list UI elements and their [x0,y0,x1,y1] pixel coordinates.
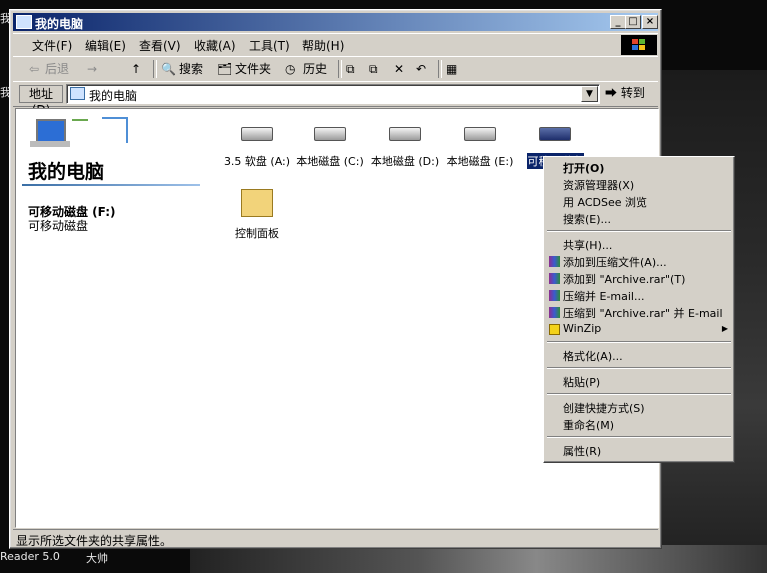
chevron-down-icon[interactable]: ▼ [581,86,598,102]
folders-button[interactable]: 文件夹 [235,60,271,78]
control-panel-icon [241,189,273,217]
desktop-icon-label[interactable]: 大帅 [86,550,108,566]
removable-disk-icon [539,127,571,141]
winrar-icon [549,273,560,284]
menu-edit[interactable]: 编辑(E) [85,37,126,54]
submenu-arrow-icon: ▶ [721,324,728,333]
drive-label: 3.5 软盘 (A:) [223,155,291,168]
control-panel[interactable]: 控制面板 [222,189,292,241]
hard-drive-icon [314,127,346,141]
menu-format[interactable]: 格式化(A)... [563,348,623,364]
go-label: 转到 [620,86,645,100]
toolbar-separator [153,60,157,78]
delete-icon[interactable]: ✕ [394,60,404,78]
hard-drive-icon [389,127,421,141]
menu-add-rar[interactable]: 添加到 "Archive.rar"(T) [563,271,685,287]
back-button[interactable]: 后退 [45,60,69,78]
folders-icon: 🗂 [217,62,233,76]
my-computer-icon [70,87,85,100]
status-bar: 显示所选文件夹的共享属性。 [13,529,658,548]
copy-to-icon[interactable]: ⧉ [369,60,378,78]
menu-search[interactable]: 搜索(E)... [563,211,611,227]
winrar-icon [549,307,560,318]
up-folder-button[interactable]: ↑ [131,60,141,78]
go-arrow-icon: ⮕ [605,86,618,100]
forward-button[interactable]: → [87,60,97,78]
menu-help[interactable]: 帮助(H) [302,37,344,54]
address-bar: 地址(D) 我的电脑 ▼ ⮕ 转到 [13,81,658,117]
drive-c[interactable]: 本地磁盘 (C:) [291,127,369,169]
drive-label: 本地磁盘 (C:) [296,155,364,168]
move-to-icon[interactable]: ⧉ [346,60,355,78]
maximize-button[interactable]: □ [625,15,641,29]
menu-bar: 文件(F) 编辑(E) 查看(V) 收藏(A) 工具(T) 帮助(H) [13,33,658,57]
menu-separator [547,393,731,395]
context-menu: 打开(O) 资源管理器(X) 用 ACDSee 浏览 搜索(E)... 共享(H… [543,156,735,463]
toolbar-separator [438,60,442,78]
winrar-icon [549,256,560,267]
close-button[interactable]: × [642,15,658,29]
menu-paste[interactable]: 粘贴(P) [563,374,600,390]
menu-explorer[interactable]: 资源管理器(X) [563,177,634,193]
menu-favorites[interactable]: 收藏(A) [194,37,236,54]
menu-properties[interactable]: 属性(R) [563,443,601,459]
menu-view[interactable]: 查看(V) [139,37,181,54]
history-button[interactable]: 历史 [303,60,327,78]
back-arrow-icon: ⇦ [29,62,40,76]
drive-label: 本地磁盘 (E:) [446,155,514,168]
menu-add-archive[interactable]: 添加到压缩文件(A)... [563,254,667,270]
status-text: 显示所选文件夹的共享属性。 [16,534,173,548]
winrar-icon [549,290,560,301]
floppy-drive-icon [241,127,273,141]
drive-e[interactable]: 本地磁盘 (E:) [441,127,519,169]
menu-separator [547,367,731,369]
winzip-icon [549,324,560,335]
my-computer-icon [16,15,32,29]
menu-open[interactable]: 打开(O) [563,160,604,176]
search-button[interactable]: 搜索 [179,60,203,78]
control-panel-label: 控制面板 [235,227,279,240]
menu-acdsee[interactable]: 用 ACDSee 浏览 [563,194,647,210]
toolbar: ⇦ 后退 → ↑ 🔍 搜索 🗂 文件夹 ◷ 历史 ⧉ ⧉ ✕ ↶ ▦ [13,56,658,82]
menu-rename[interactable]: 重命名(M) [563,417,614,433]
desktop-icon-label[interactable]: Reader 5.0 [0,550,60,563]
views-button[interactable]: ▦ [446,60,457,78]
drive-label: 本地磁盘 (D:) [370,155,440,168]
address-label: 地址(D) [19,85,63,117]
hard-drive-icon [464,127,496,141]
menu-tools[interactable]: 工具(T) [249,37,290,54]
menu-create-shortcut[interactable]: 创建快捷方式(S) [563,400,645,416]
desktop-wallpaper-strip [190,545,767,573]
drive-d[interactable]: 本地磁盘 (D:) [366,127,444,169]
sidebar-divider [22,184,200,186]
go-button[interactable]: ⮕ 转到 [605,84,653,102]
menu-separator [547,436,731,438]
undo-icon[interactable]: ↶ [416,60,426,78]
minimize-button[interactable]: _ [610,15,626,29]
history-icon: ◷ [285,62,296,76]
search-icon: 🔍 [161,62,176,76]
my-computer-banner-icon [22,113,132,153]
sidebar-title: 我的电脑 [28,161,105,183]
selected-item-type: 可移动磁盘 [28,219,89,233]
address-field[interactable]: 我的电脑 ▼ [66,84,600,104]
menu-separator [547,341,731,343]
address-value: 我的电脑 [89,89,138,103]
menu-share[interactable]: 共享(H)... [563,237,612,253]
window-title: 我的电脑 [35,17,84,31]
drive-floppy[interactable]: 3.5 软盘 (A:) [218,127,296,169]
menu-winzip[interactable]: WinZip [563,322,601,335]
menu-compress-email[interactable]: 压缩并 E-mail... [563,288,644,304]
menu-separator [547,230,731,232]
menu-compress-rar-email[interactable]: 压缩到 "Archive.rar" 并 E-mail [563,305,723,321]
title-bar[interactable]: 我的电脑 _ □ × [13,13,658,31]
windows-logo-icon [621,35,657,55]
menu-file[interactable]: 文件(F) [32,37,72,54]
toolbar-separator [338,60,342,78]
